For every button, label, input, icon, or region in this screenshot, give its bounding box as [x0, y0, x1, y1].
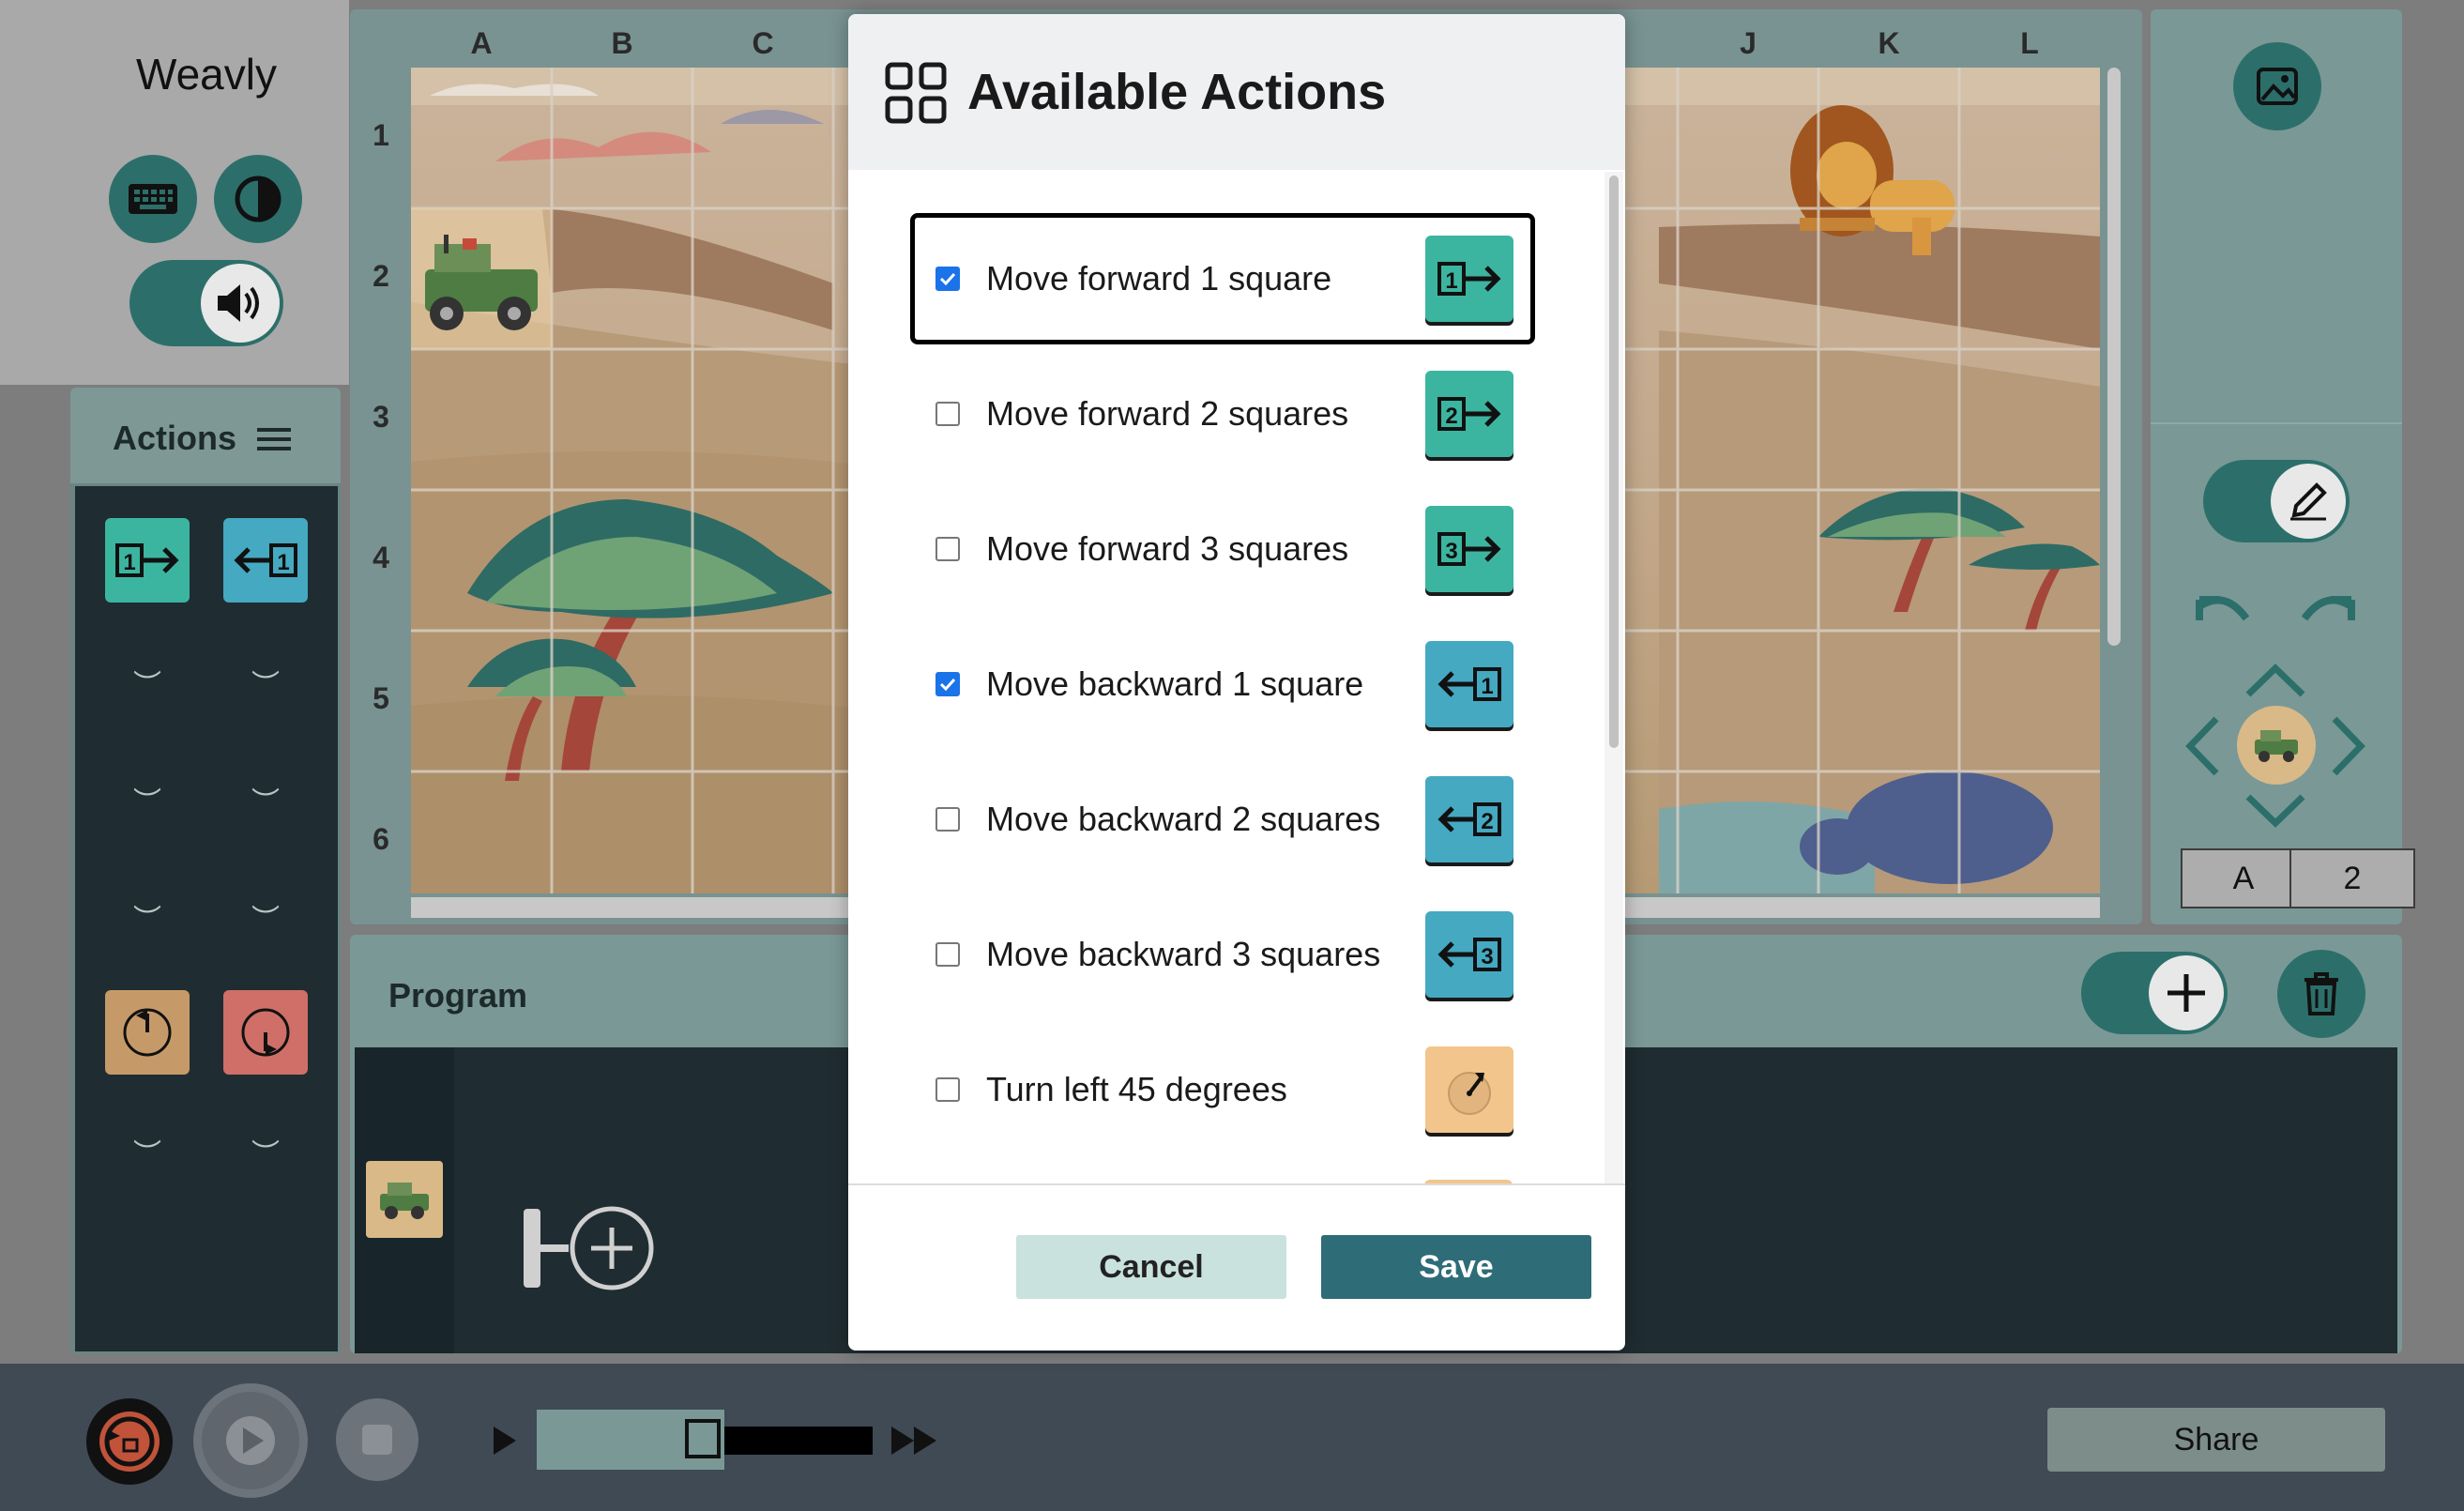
options-list[interactable]: Move forward 1 square 1 Move forward 2 s… — [848, 172, 1605, 1183]
backward-1-icon: 1 — [1425, 641, 1513, 727]
option-label: Move backward 3 squares — [986, 935, 1381, 973]
action-option[interactable]: Move forward 3 squares 3 — [910, 483, 1535, 615]
dialog-title: Available Actions — [967, 64, 1387, 120]
action-option[interactable]: Move backward 1 square 1 — [910, 618, 1535, 750]
action-option[interactable]: Turn left 45 degrees — [910, 1024, 1535, 1155]
option-checkbox[interactable] — [935, 402, 960, 426]
dialog-scrollbar-thumb[interactable] — [1609, 176, 1619, 748]
svg-text:1: 1 — [1445, 268, 1457, 294]
option-label: Move forward 2 squares — [986, 394, 1349, 433]
available-actions-dialog: Available Actions Move forward 1 square … — [848, 14, 1625, 1351]
turn-left-45-icon — [1425, 1046, 1513, 1133]
forward-2-icon: 2 — [1425, 371, 1513, 457]
option-checkbox[interactable] — [935, 807, 960, 832]
forward-3-icon: 3 — [1425, 506, 1513, 592]
option-label: Move backward 2 squares — [986, 800, 1381, 838]
option-label: Move forward 3 squares — [986, 529, 1349, 568]
svg-text:3: 3 — [1445, 539, 1457, 564]
check-icon — [939, 272, 956, 286]
actions-grid-icon — [884, 61, 950, 127]
action-option[interactable]: Move forward 2 squares 2 — [910, 348, 1535, 480]
forward-1-icon: 1 — [1425, 236, 1513, 322]
backward-3-icon: 3 — [1425, 911, 1513, 998]
option-checkbox[interactable] — [935, 267, 960, 291]
backward-2-icon: 2 — [1425, 776, 1513, 862]
action-option[interactable]: Move forward 1 square 1 — [910, 213, 1535, 344]
option-checkbox[interactable] — [935, 1077, 960, 1102]
save-button[interactable]: Save — [1321, 1235, 1591, 1299]
action-option[interactable]: Move backward 2 squares 2 — [910, 754, 1535, 885]
option-checkbox[interactable] — [935, 942, 960, 967]
option-checkbox[interactable] — [935, 537, 960, 561]
check-icon — [939, 678, 956, 692]
svg-text:3: 3 — [1481, 944, 1493, 969]
option-label: Move forward 1 square — [986, 259, 1332, 298]
option-label: Turn left 45 degrees — [986, 1070, 1287, 1108]
svg-text:1: 1 — [1481, 674, 1493, 699]
cancel-button[interactable]: Cancel — [1016, 1235, 1286, 1299]
svg-text:2: 2 — [1481, 809, 1493, 834]
svg-text:2: 2 — [1445, 404, 1457, 429]
option-checkbox[interactable] — [935, 672, 960, 696]
dialog-footer-divider — [848, 1183, 1625, 1185]
option-label: Move backward 1 square — [986, 664, 1364, 703]
action-option[interactable]: Move backward 3 squares 3 — [910, 889, 1535, 1020]
